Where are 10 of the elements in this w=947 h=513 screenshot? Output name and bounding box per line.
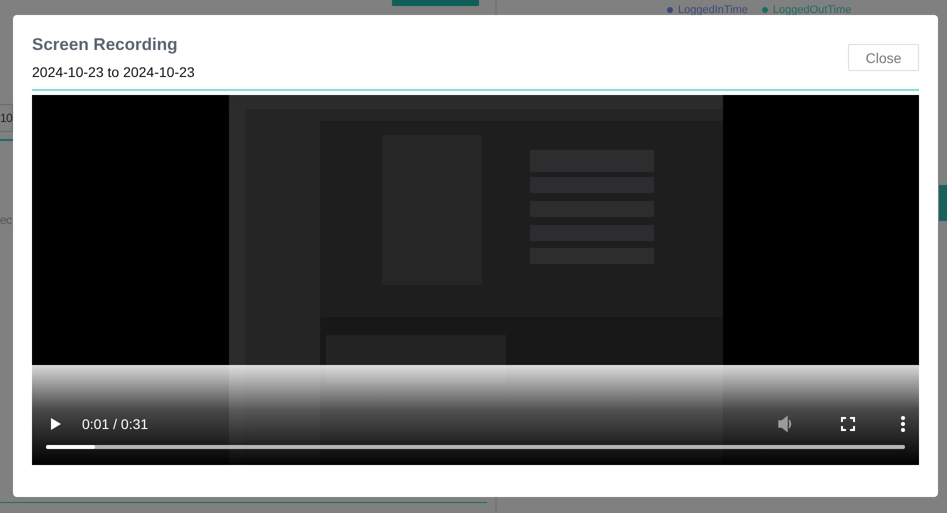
play-icon[interactable] — [50, 417, 62, 431]
date-range: 2024-10-23 to 2024-10-23 — [32, 64, 195, 80]
legend-label: LoggedInTime — [678, 4, 748, 16]
modal-title: Screen Recording — [32, 35, 178, 55]
video-time: 0:01 / 0:31 — [82, 416, 148, 432]
panel-strip — [939, 185, 947, 221]
legend-label: LoggedOutTime — [772, 4, 852, 16]
close-button[interactable]: Close — [848, 44, 919, 71]
fullscreen-icon[interactable] — [841, 417, 855, 431]
more-icon[interactable] — [901, 416, 905, 432]
